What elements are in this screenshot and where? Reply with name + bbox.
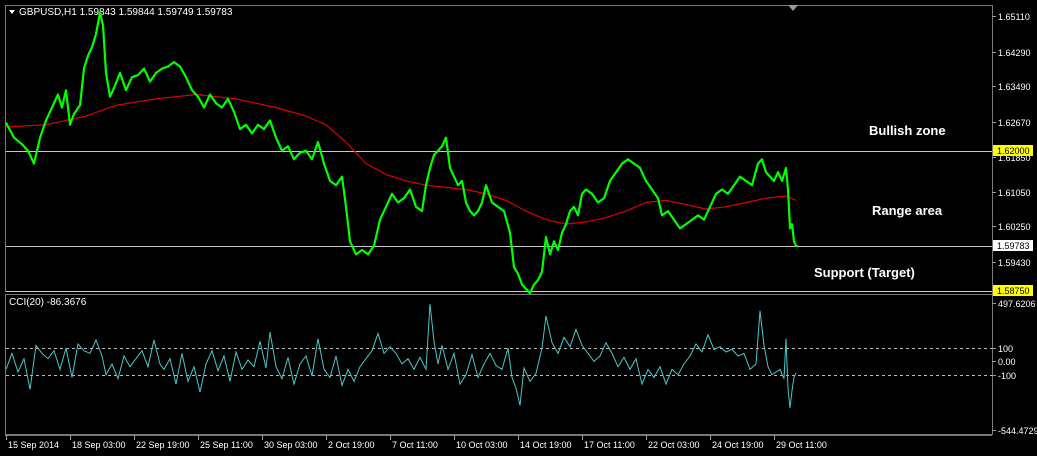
level-label: 1.59783 [997,241,1030,251]
price-tick-label: 1.64290 [998,48,1031,58]
dropdown-triangle-icon[interactable] [9,10,15,14]
level-label: 1.62000 [997,146,1030,156]
chart-shift-marker[interactable] [788,5,798,11]
time-tick-label: 18 Sep 03:00 [72,440,126,450]
range-area-annotation: Range area [872,203,943,218]
level-label: 1.58750 [997,286,1030,296]
price-tick-label: 1.59430 [998,258,1031,268]
time-tick-label: 29 Oct 11:00 [776,440,827,450]
time-tick-label: 22 Oct 03:00 [648,440,700,450]
time-tick-label: 10 Oct 03:00 [456,440,508,450]
time-tick-label: 15 Sep 2014 [8,440,59,450]
bullish-zone-annotation: Bullish zone [869,123,946,138]
symbol-header: GBPUSD,H1 1.59843 1.59844 1.59749 1.5978… [19,7,233,18]
price-axis[interactable]: 1.651101.642901.634901.626701.618501.610… [992,12,1033,296]
time-axis[interactable]: 15 Sep 2014 18 Sep 03:00 22 Sep 19:00 25 Se… [6,435,827,450]
cci-tick-label: -544.4729 [998,426,1037,436]
time-tick-label: 14 Oct 19:00 [520,440,572,450]
cci-line [5,303,797,409]
support-target-annotation: Support (Target) [814,265,915,280]
time-tick-label: 25 Sep 11:00 [200,440,253,450]
cci-axis[interactable]: 497.6206 100 0.00 -100 -544.4729 [992,299,1037,436]
time-tick-label: 30 Sep 03:00 [264,440,318,450]
cci-pane [5,303,992,409]
cci-tick-label: 497.6206 [998,299,1036,309]
price-line [5,11,799,295]
price-tick-label: 1.61050 [998,188,1031,198]
cci-tick-label: 100 [998,344,1013,354]
trading-chart[interactable]: GBPUSD,H1 1.59843 1.59844 1.59749 1.5978… [0,0,1037,456]
price-tick-label: 1.63490 [998,82,1031,92]
price-pane-frame [5,5,993,292]
moving-average-line [5,93,797,225]
time-tick-label: 24 Oct 19:00 [712,440,764,450]
cci-tick-label: -100 [998,371,1016,381]
price-pane [5,11,799,295]
price-tick-label: 1.60250 [998,222,1031,232]
cci-title: CCI(20) -86.3676 [9,297,87,308]
cci-tick-label: 0.00 [998,357,1016,367]
time-tick-label: 22 Sep 19:00 [136,440,190,450]
time-tick-label: 17 Oct 11:00 [584,440,635,450]
cci-pane-frame [5,294,993,435]
price-tick-label: 1.65110 [998,12,1030,22]
price-tick-label: 1.62670 [998,118,1031,128]
time-tick-label: 7 Oct 11:00 [392,440,438,450]
time-tick-label: 2 Oct 19:00 [328,440,375,450]
